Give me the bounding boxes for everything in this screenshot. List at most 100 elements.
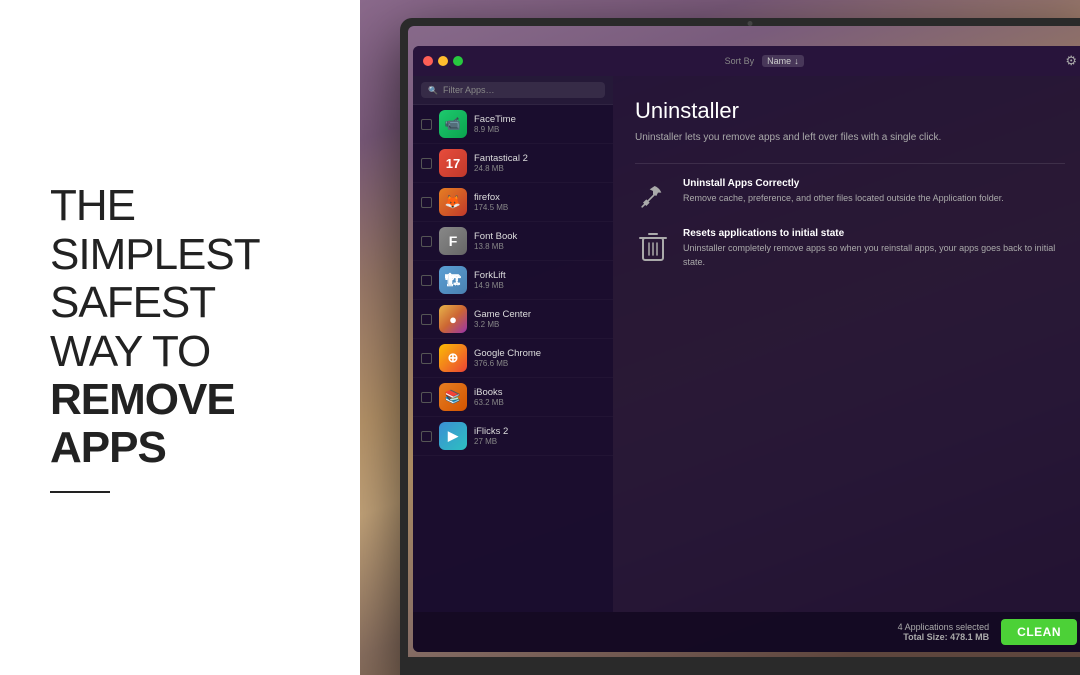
- tagline-divider: [50, 491, 110, 493]
- tagline-line1: THE: [50, 182, 320, 230]
- app-list: 🔍 Filter Apps… 📹 FaceTime 8.9 MB 17 F: [413, 76, 613, 612]
- app-icon: F: [439, 227, 467, 255]
- app-window: Sort By Name ↓ ⚙: [413, 46, 1080, 652]
- list-item[interactable]: F Font Book 13.8 MB: [413, 222, 613, 261]
- settings-icon[interactable]: ⚙: [1065, 53, 1077, 69]
- app-size: 27 MB: [474, 437, 605, 446]
- feature-uninstall-text: Uninstall Apps Correctly Remove cache, p…: [683, 178, 1004, 214]
- apps-scroll[interactable]: 📹 FaceTime 8.9 MB 17 Fantastical 2 24.8 …: [413, 105, 613, 612]
- app-icon: 🏗: [439, 266, 467, 294]
- search-bar: 🔍 Filter Apps…: [413, 76, 613, 105]
- tagline-line2: SIMPLEST: [50, 231, 320, 279]
- app-size: 8.9 MB: [474, 125, 605, 134]
- list-item[interactable]: 📹 FaceTime 8.9 MB: [413, 105, 613, 144]
- app-name: iFlicks 2: [474, 426, 605, 437]
- app-name: Fantastical 2: [474, 153, 605, 164]
- app-info: Fantastical 2 24.8 MB: [474, 153, 605, 173]
- feature-reset-desc: Uninstaller completely remove apps so wh…: [683, 242, 1065, 269]
- feature-uninstall-desc: Remove cache, preference, and other file…: [683, 192, 1004, 206]
- list-item[interactable]: ⊕ Google Chrome 376.6 MB: [413, 339, 613, 378]
- macbook-frame: Sort By Name ↓ ⚙: [400, 18, 1080, 675]
- app-icon: 📚: [439, 383, 467, 411]
- app-checkbox[interactable]: [421, 353, 432, 364]
- app-info: ForkLift 14.9 MB: [474, 270, 605, 290]
- detail-title: Uninstaller: [635, 98, 1065, 124]
- feature-divider: [635, 163, 1065, 164]
- app-name: FaceTime: [474, 114, 605, 125]
- selection-count: 4 Applications selected: [898, 622, 990, 632]
- selection-info: 4 Applications selected Total Size: 478.…: [898, 622, 990, 642]
- maximize-button[interactable]: [453, 56, 463, 66]
- app-size: 3.2 MB: [474, 320, 605, 329]
- list-item[interactable]: 17 Fantastical 2 24.8 MB: [413, 144, 613, 183]
- app-info: firefox 174.5 MB: [474, 192, 605, 212]
- selection-size: Total Size: 478.1 MB: [898, 632, 990, 642]
- main-content: 🔍 Filter Apps… 📹 FaceTime 8.9 MB 17 F: [413, 76, 1080, 612]
- app-checkbox[interactable]: [421, 236, 432, 247]
- total-size-label: Total Size:: [903, 632, 947, 642]
- right-panel: Sort By Name ↓ ⚙: [360, 0, 1080, 675]
- app-checkbox[interactable]: [421, 314, 432, 325]
- app-icon: ⊕: [439, 344, 467, 372]
- feature-uninstall-title: Uninstall Apps Correctly: [683, 178, 1004, 189]
- sort-name-text: Name: [767, 56, 791, 66]
- tagline: THE SIMPLEST SAFEST WAY TO REMOVE APPS: [50, 182, 320, 472]
- app-size: 376.6 MB: [474, 359, 605, 368]
- close-button[interactable]: [423, 56, 433, 66]
- app-info: Google Chrome 376.6 MB: [474, 348, 605, 368]
- app-checkbox[interactable]: [421, 119, 432, 130]
- search-placeholder: Filter Apps…: [443, 85, 495, 95]
- feature-reset: Resets applications to initial state Uni…: [635, 228, 1065, 269]
- app-name: firefox: [474, 192, 605, 203]
- search-icon: 🔍: [428, 86, 438, 95]
- search-inner[interactable]: 🔍 Filter Apps…: [421, 82, 605, 98]
- app-info: Font Book 13.8 MB: [474, 231, 605, 251]
- app-icon: 🦊: [439, 188, 467, 216]
- macbook-screen: Sort By Name ↓ ⚙: [408, 26, 1080, 657]
- app-info: Game Center 3.2 MB: [474, 309, 605, 329]
- title-bar: Sort By Name ↓ ⚙: [413, 46, 1080, 76]
- feature-reset-title: Resets applications to initial state: [683, 228, 1065, 239]
- tagline-line6: APPS: [50, 424, 320, 472]
- tagline-line5: REMOVE: [50, 376, 320, 424]
- camera-dot: [748, 21, 753, 26]
- feature-reset-text: Resets applications to initial state Uni…: [683, 228, 1065, 269]
- app-name: ForkLift: [474, 270, 605, 281]
- clean-button[interactable]: CLEAN: [1001, 619, 1077, 645]
- app-icon: 17: [439, 149, 467, 177]
- app-size: 14.9 MB: [474, 281, 605, 290]
- app-info: iBooks 63.2 MB: [474, 387, 605, 407]
- sort-by-label: Sort By: [725, 56, 755, 66]
- app-icon: 📹: [439, 110, 467, 138]
- tagline-line3: SAFEST: [50, 279, 320, 327]
- minimize-button[interactable]: [438, 56, 448, 66]
- list-item[interactable]: ● Game Center 3.2 MB: [413, 300, 613, 339]
- list-item[interactable]: ▶ iFlicks 2 27 MB: [413, 417, 613, 456]
- list-item[interactable]: 🏗 ForkLift 14.9 MB: [413, 261, 613, 300]
- app-name: Game Center: [474, 309, 605, 320]
- app-size: 13.8 MB: [474, 242, 605, 251]
- tagline-line4: WAY TO: [50, 328, 320, 376]
- app-checkbox[interactable]: [421, 431, 432, 442]
- sort-name-pill[interactable]: Name ↓: [762, 55, 804, 67]
- app-size: 24.8 MB: [474, 164, 605, 173]
- feature-uninstall: Uninstall Apps Correctly Remove cache, p…: [635, 178, 1065, 214]
- trash-icon: [635, 228, 671, 264]
- app-checkbox[interactable]: [421, 158, 432, 169]
- app-checkbox[interactable]: [421, 392, 432, 403]
- sort-arrow: ↓: [794, 56, 799, 66]
- app-info: FaceTime 8.9 MB: [474, 114, 605, 134]
- list-item[interactable]: 🦊 firefox 174.5 MB: [413, 183, 613, 222]
- app-checkbox[interactable]: [421, 275, 432, 286]
- app-name: Font Book: [474, 231, 605, 242]
- list-item[interactable]: 📚 iBooks 63.2 MB: [413, 378, 613, 417]
- app-icon: ▶: [439, 422, 467, 450]
- bottom-bar: 4 Applications selected Total Size: 478.…: [413, 612, 1080, 652]
- app-checkbox[interactable]: [421, 197, 432, 208]
- wrench-icon: [635, 178, 671, 214]
- app-size: 63.2 MB: [474, 398, 605, 407]
- app-info: iFlicks 2 27 MB: [474, 426, 605, 446]
- app-name: iBooks: [474, 387, 605, 398]
- traffic-lights: [423, 56, 463, 66]
- title-bar-center: Sort By Name ↓: [463, 55, 1065, 67]
